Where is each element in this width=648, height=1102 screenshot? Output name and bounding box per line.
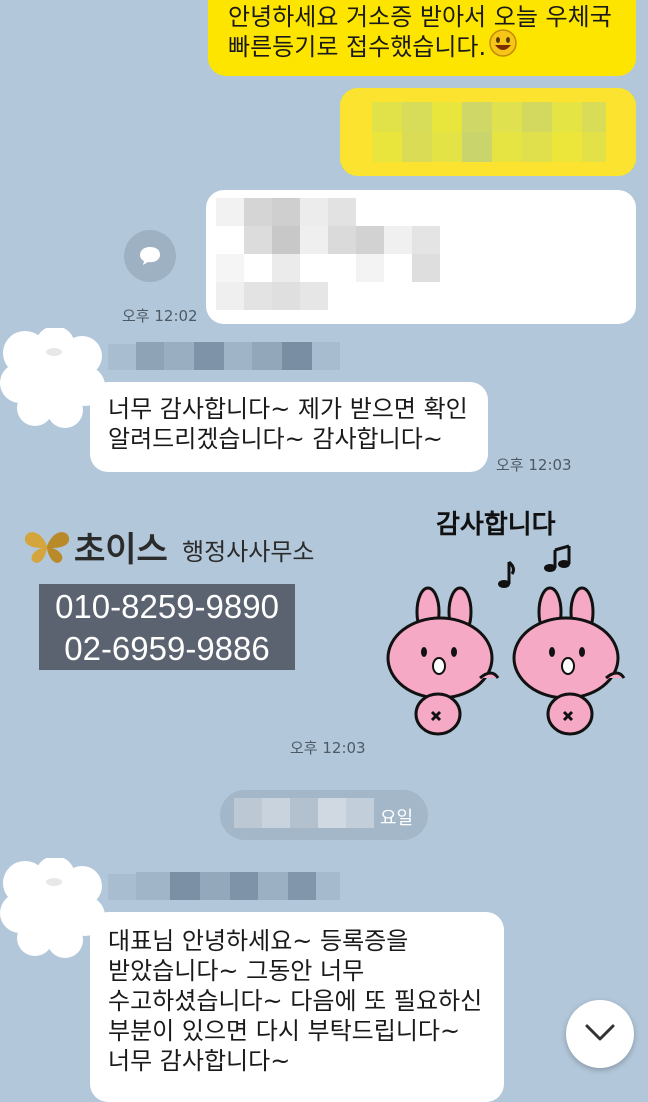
phone-number-2[interactable]: 02-6959-9886	[39, 630, 295, 668]
received-message-text: 대표님 안녕하세요~ 등록증을 받았습니다~ 그동안 너무 수고하셨습니다~ 다…	[108, 927, 483, 1075]
received-message-text: 너무 감사합니다~ 제가 받으면 확인 알려드리겠습니다~ 감사합니다~	[108, 395, 468, 453]
share-chat-icon[interactable]	[124, 230, 176, 282]
my-message-bubble-blurred[interactable]	[340, 88, 636, 176]
business-card-image[interactable]: 초이스 행정사사무소 010-8259-9890 02-6959-9886	[20, 512, 340, 682]
timestamp: 오후 12:03	[496, 456, 572, 474]
phone-box: 010-8259-9890 02-6959-9886	[39, 584, 295, 670]
brand-name: 초이스	[74, 530, 168, 570]
sender-name-blurred	[108, 872, 340, 900]
two-pink-rabbits-sticker[interactable]: 감사합니다	[380, 500, 630, 750]
received-message-bubble[interactable]: 너무 감사합니다~ 제가 받으면 확인 알려드리겠습니다~ 감사합니다~	[90, 382, 488, 472]
sender-name-blurred	[108, 342, 340, 370]
timestamp: 오후 12:02	[122, 307, 198, 325]
received-message-bubble[interactable]: 대표님 안녕하세요~ 등록증을 받았습니다~ 그동안 너무 수고하셨습니다~ 다…	[90, 912, 504, 1102]
pixelated-blur	[216, 198, 440, 310]
butterfly-logo-icon	[24, 532, 70, 563]
scroll-to-bottom-button[interactable]	[566, 1000, 634, 1068]
my-message-bubble[interactable]: 안녕하세요 거소증 받아서 오늘 우체국 빠른등기로 접수했습니다.	[208, 0, 636, 76]
my-message-bubble-white-blurred[interactable]	[206, 190, 636, 324]
chevron-down-icon	[585, 1024, 615, 1041]
office-name: 행정사사무소	[182, 538, 315, 566]
date-divider-text: 요일	[380, 808, 414, 829]
phone-number-1[interactable]: 010-8259-9890	[39, 588, 295, 626]
smiling-face-emoji	[489, 29, 517, 57]
date-divider: 요일	[220, 790, 428, 840]
timestamp: 오후 12:03	[290, 739, 366, 757]
my-message-text: 안녕하세요 거소증 받아서 오늘 우체국 빠른등기로 접수했습니다.	[228, 3, 612, 61]
pixelated-blur	[340, 88, 636, 176]
